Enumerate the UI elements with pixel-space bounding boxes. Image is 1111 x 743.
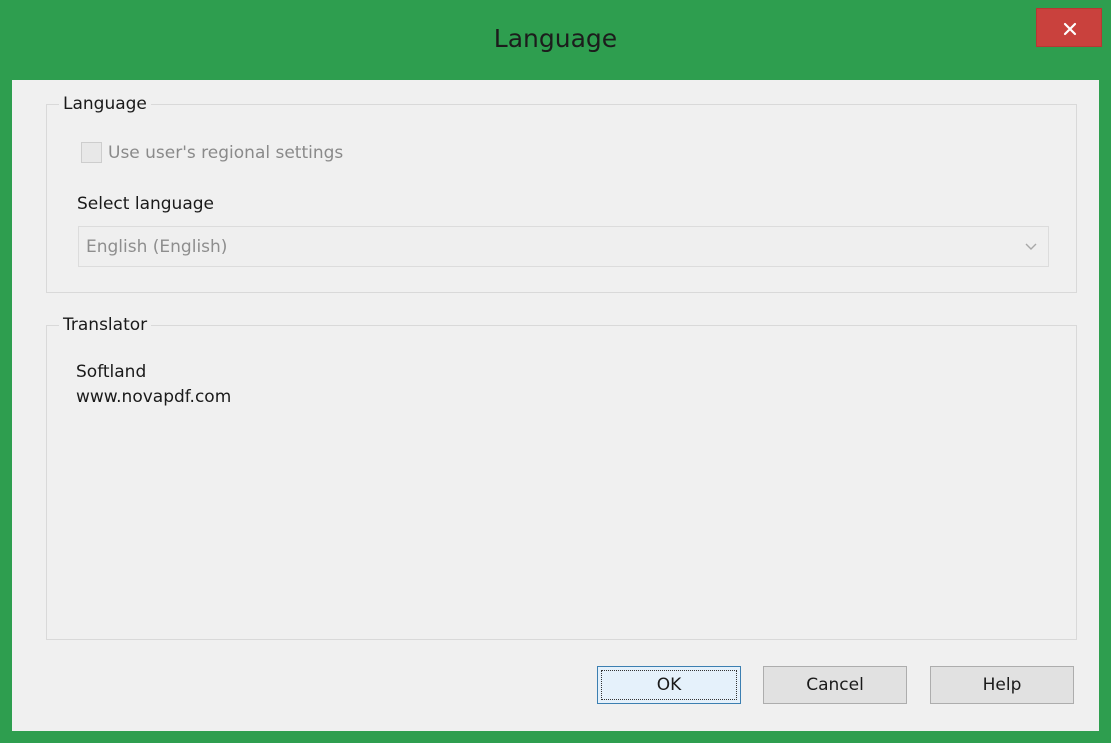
chevron-down-icon (1025, 243, 1037, 250)
language-groupbox-label: Language (59, 93, 151, 115)
close-icon (1063, 22, 1077, 36)
window-title: Language (493, 24, 618, 53)
close-button[interactable] (1036, 8, 1102, 47)
title-bar[interactable]: Language (0, 0, 1111, 80)
language-dialog: Language Language Use user's regional se… (0, 0, 1111, 743)
translator-website: www.novapdf.com (76, 387, 232, 407)
focus-indicator (601, 670, 737, 700)
help-button[interactable]: Help (930, 666, 1074, 704)
select-language-label: Select language (77, 194, 214, 214)
translator-groupbox: Translator Softland www.novapdf.com (46, 314, 1077, 640)
select-language-dropdown[interactable]: English (English) (78, 226, 1049, 267)
cancel-button[interactable]: Cancel (763, 666, 907, 704)
dialog-client-area: Language Use user's regional settings Se… (12, 80, 1099, 731)
ok-button[interactable]: OK (597, 666, 741, 704)
select-language-value: English (English) (86, 237, 228, 257)
use-regional-settings-checkbox[interactable] (81, 142, 102, 163)
use-regional-settings-label: Use user's regional settings (108, 143, 344, 163)
translator-groupbox-label: Translator (59, 314, 152, 336)
language-groupbox: Language Use user's regional settings Se… (46, 93, 1077, 293)
translator-name: Softland (76, 362, 147, 382)
